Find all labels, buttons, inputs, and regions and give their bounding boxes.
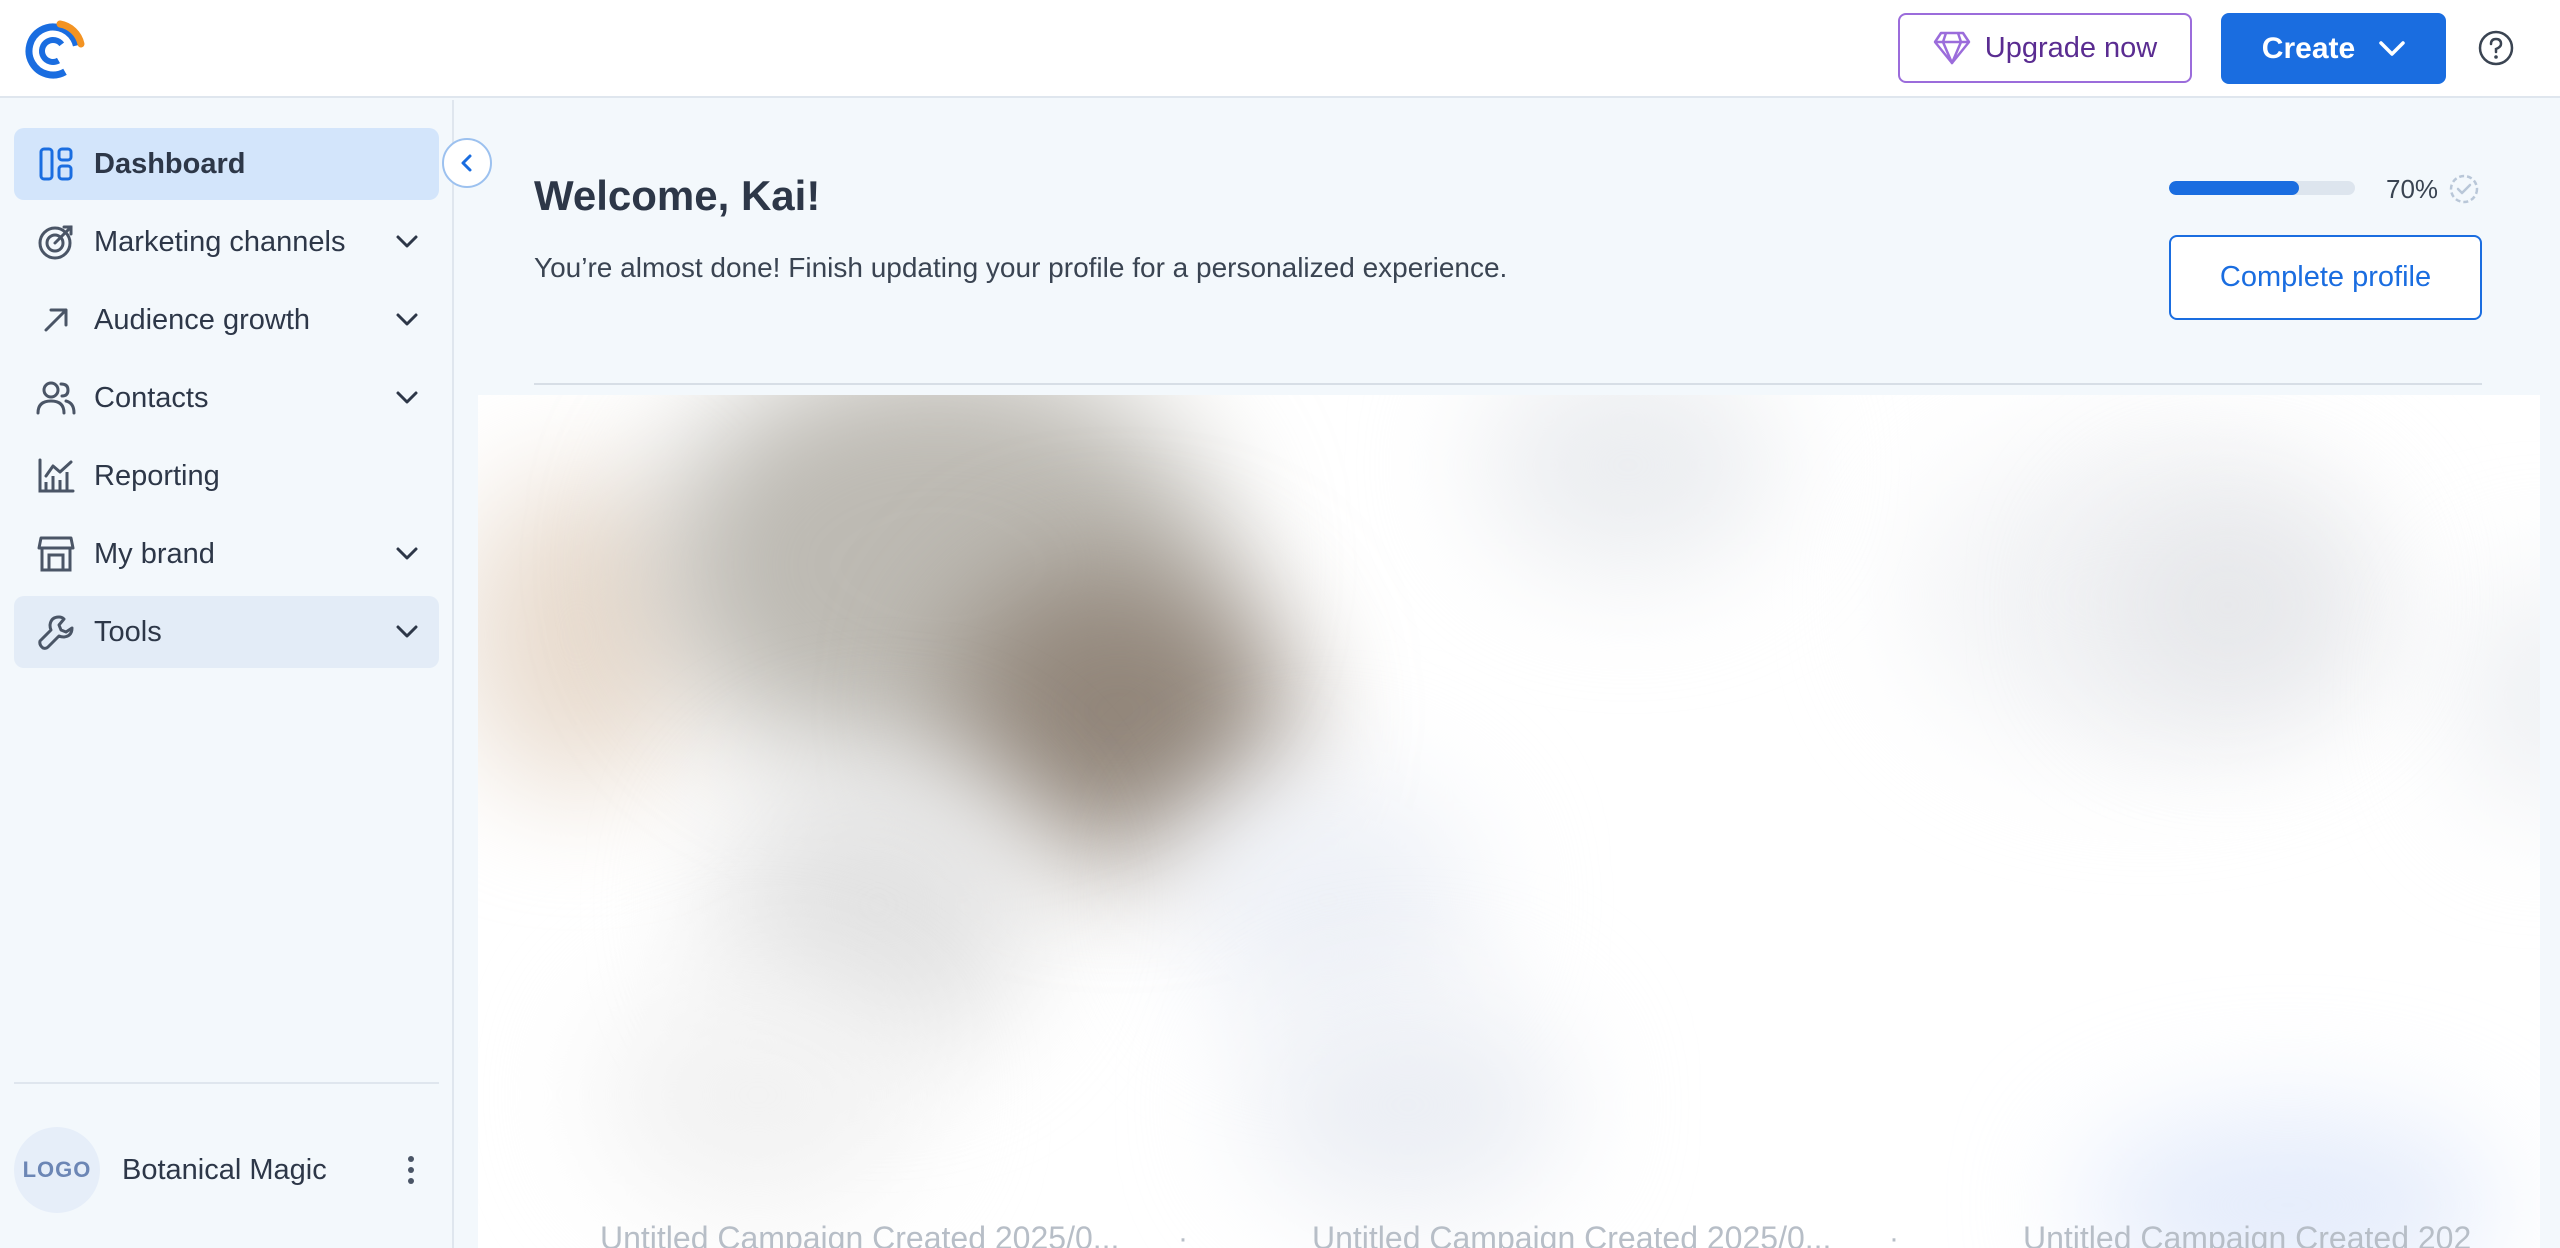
campaign-card-title[interactable]: Untitled Campaign Created 2025/0... bbox=[600, 1220, 1142, 1248]
chevron-down-icon bbox=[396, 547, 418, 560]
complete-profile-button[interactable]: Complete profile bbox=[2169, 235, 2482, 320]
chevron-down-icon bbox=[396, 235, 418, 248]
sidebar-item-audience-growth[interactable]: Audience growth bbox=[14, 284, 439, 356]
collapse-sidebar-button[interactable] bbox=[442, 138, 492, 188]
profile-progress-percent: 70% bbox=[2386, 174, 2439, 204]
sidebar-item-reporting[interactable]: Reporting bbox=[14, 440, 439, 512]
chevron-left-icon bbox=[461, 154, 472, 172]
wrench-icon bbox=[36, 612, 76, 652]
top-bar: Upgrade now Create bbox=[0, 0, 2560, 98]
create-button[interactable]: Create bbox=[2221, 13, 2446, 84]
chevron-down-icon bbox=[396, 625, 418, 638]
page-title: Welcome, Kai! bbox=[534, 172, 821, 219]
sidebar: Dashboard Marketing channels Audience gr… bbox=[0, 100, 454, 1248]
check-circle-icon bbox=[2449, 174, 2479, 204]
sidebar-item-my-brand[interactable]: My brand bbox=[14, 518, 439, 590]
dashboard-icon bbox=[36, 144, 76, 184]
sidebar-item-marketing-channels[interactable]: Marketing channels bbox=[14, 206, 439, 278]
sidebar-item-dashboard[interactable]: Dashboard bbox=[14, 128, 439, 200]
sidebar-item-label: My brand bbox=[94, 537, 215, 570]
card-menu-icon[interactable]: · bbox=[1889, 1222, 1899, 1248]
people-icon bbox=[36, 378, 76, 418]
chart-icon bbox=[36, 456, 76, 496]
welcome-subtitle: You’re almost done! Finish updating your… bbox=[534, 252, 1508, 283]
account-name: Botanical Magic bbox=[122, 1153, 327, 1186]
sidebar-item-label: Tools bbox=[94, 615, 162, 648]
arrow-up-right-icon bbox=[36, 300, 76, 340]
chevron-down-icon bbox=[396, 391, 418, 404]
account-switcher[interactable]: LOGO Botanical Magic bbox=[14, 1127, 439, 1213]
sidebar-item-contacts[interactable]: Contacts bbox=[14, 362, 439, 434]
help-icon[interactable] bbox=[2477, 29, 2515, 67]
campaign-card-title[interactable]: Untitled Campaign Created 202 bbox=[2023, 1220, 2540, 1248]
profile-progress-bar bbox=[2169, 181, 2355, 195]
sidebar-item-tools[interactable]: Tools bbox=[14, 596, 439, 668]
sidebar-divider bbox=[14, 1082, 439, 1084]
create-label: Create bbox=[2261, 31, 2356, 65]
campaign-card-title[interactable]: Untitled Campaign Created 2025/0... bbox=[1312, 1220, 1854, 1248]
sidebar-item-label: Audience growth bbox=[94, 303, 311, 336]
sidebar-item-label: Reporting bbox=[94, 459, 220, 492]
target-icon bbox=[36, 222, 76, 262]
sidebar-item-label: Dashboard bbox=[94, 147, 246, 180]
avatar: LOGO bbox=[14, 1127, 100, 1213]
more-options-icon[interactable] bbox=[393, 1152, 429, 1188]
upgrade-now-label: Upgrade now bbox=[1984, 31, 2158, 64]
upgrade-now-button[interactable]: Upgrade now bbox=[1898, 13, 2192, 83]
chevron-down-icon bbox=[2379, 40, 2405, 56]
complete-profile-label: Complete profile bbox=[2219, 261, 2432, 293]
store-icon bbox=[36, 534, 76, 574]
sidebar-item-label: Marketing channels bbox=[94, 225, 346, 258]
brand-logo-icon[interactable] bbox=[24, 18, 86, 80]
sidebar-item-label: Contacts bbox=[94, 381, 209, 414]
section-divider bbox=[534, 383, 2482, 385]
chevron-down-icon bbox=[396, 313, 418, 326]
profile-progress-fill bbox=[2169, 181, 2300, 195]
blurred-content-area bbox=[478, 395, 2540, 1248]
diamond-icon bbox=[1933, 31, 1970, 65]
card-menu-icon[interactable]: · bbox=[1178, 1222, 1188, 1248]
